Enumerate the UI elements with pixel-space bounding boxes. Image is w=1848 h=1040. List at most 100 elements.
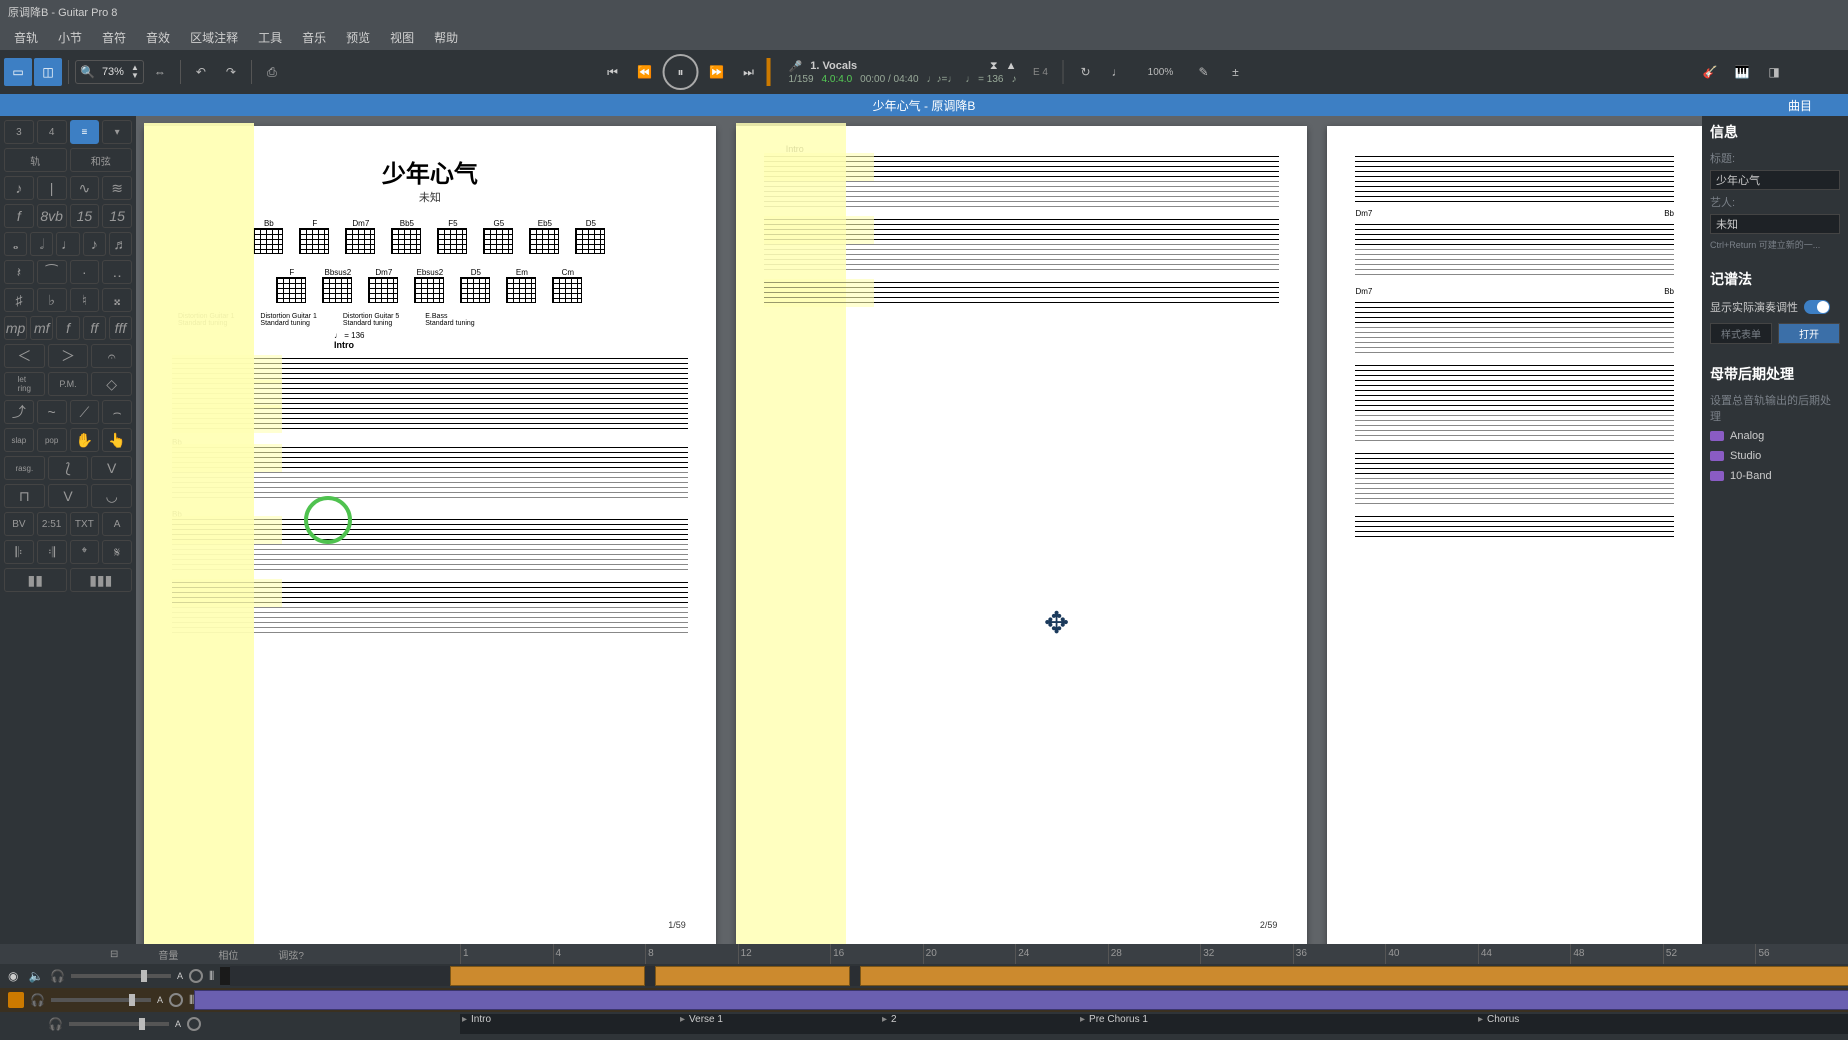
- barline-icon[interactable]: |: [37, 176, 67, 200]
- pal-chord-label[interactable]: 和弦: [70, 148, 133, 172]
- eighth-icon[interactable]: 8vb: [37, 204, 67, 228]
- bars2-icon[interactable]: ▮▮▮: [70, 568, 133, 592]
- dyn-fff-icon[interactable]: fff: [109, 316, 132, 340]
- rasg-icon[interactable]: rasg.: [4, 456, 45, 480]
- goto-end-button[interactable]: ⏭: [735, 58, 763, 86]
- edit-mode-button[interactable]: ✎: [1189, 58, 1217, 86]
- section-marker[interactable]: 2: [882, 1014, 897, 1025]
- note-value-button[interactable]: ♩: [1103, 58, 1131, 86]
- stroke-down-icon[interactable]: V: [48, 484, 89, 508]
- dyn-mp-icon[interactable]: mp: [4, 316, 27, 340]
- grace-note-icon[interactable]: ♪: [4, 176, 34, 200]
- bar-mark[interactable]: 1: [460, 944, 553, 964]
- redo-button[interactable]: ↷: [217, 58, 245, 86]
- bar-mark[interactable]: 4: [553, 944, 646, 964]
- staff-system-4[interactable]: [172, 582, 688, 637]
- segno-icon[interactable]: 𝄋: [102, 540, 132, 564]
- menu-bar[interactable]: 小节: [48, 25, 92, 50]
- menu-note[interactable]: 音符: [92, 25, 136, 50]
- dyn-ff-icon[interactable]: ff: [83, 316, 106, 340]
- pal-dropdown[interactable]: ▾: [102, 120, 132, 144]
- repeat-start-icon[interactable]: 𝄆: [4, 540, 34, 564]
- pan-knob[interactable]: [169, 993, 183, 1007]
- double-sharp-icon[interactable]: 𝄪: [102, 288, 132, 312]
- accent-icon[interactable]: ∿: [70, 176, 100, 200]
- bar-mark[interactable]: 48: [1570, 944, 1663, 964]
- bars1-icon[interactable]: ▮▮: [4, 568, 67, 592]
- mixer-ruler[interactable]: ⊟ 音量 相位 调弦? 148121620242832364044485256: [0, 944, 1848, 964]
- score-page-3[interactable]: Dm7Bb Dm7Bb: [1327, 126, 1702, 946]
- repeat-end-icon[interactable]: 𝄇: [37, 540, 67, 564]
- loop-tool-icon[interactable]: ⧗: [990, 60, 998, 73]
- headphone-icon[interactable]: 🎧: [48, 1017, 63, 1031]
- clip[interactable]: [645, 966, 655, 986]
- eighth-note-icon[interactable]: ♪: [83, 232, 106, 256]
- brush-icon[interactable]: V: [91, 456, 132, 480]
- fifteenth2-icon[interactable]: 15: [102, 204, 132, 228]
- harmonic-icon[interactable]: ◇: [91, 372, 132, 396]
- loop-button[interactable]: ↻: [1071, 58, 1099, 86]
- bar-mark[interactable]: 52: [1663, 944, 1756, 964]
- slide-icon[interactable]: ⟋: [70, 400, 100, 424]
- mute-button[interactable]: 🔈: [28, 969, 44, 983]
- dyn-mf-icon[interactable]: mf: [30, 316, 53, 340]
- dot-icon[interactable]: ·: [70, 260, 100, 284]
- auto-label[interactable]: A: [157, 995, 163, 1005]
- bar-mark[interactable]: 40: [1385, 944, 1478, 964]
- bar-mark[interactable]: 36: [1293, 944, 1386, 964]
- transpose-button[interactable]: ±: [1221, 58, 1249, 86]
- section-marker[interactable]: Intro: [462, 1014, 491, 1025]
- sharp-icon[interactable]: ♯: [4, 288, 34, 312]
- stroke-up-icon[interactable]: ⊓: [4, 484, 45, 508]
- notation-toggle[interactable]: [1804, 300, 1830, 314]
- visibility-toggle[interactable]: ◉: [8, 969, 22, 983]
- track-color-tag[interactable]: [8, 992, 24, 1008]
- metronome-icon[interactable]: ▲: [1006, 60, 1017, 72]
- rest-icon[interactable]: 𝄽: [4, 260, 34, 284]
- bend-icon[interactable]: ⤴: [4, 400, 34, 424]
- tie-icon[interactable]: ⁀: [37, 260, 67, 284]
- preset-analog[interactable]: Analog: [1702, 426, 1848, 446]
- cresc-icon[interactable]: ＜: [4, 344, 45, 368]
- whole-note-icon[interactable]: 𝅝: [4, 232, 27, 256]
- multipage-view-button[interactable]: ◫: [34, 58, 62, 86]
- menu-view[interactable]: 视图: [380, 25, 424, 50]
- document-tab-title[interactable]: 少年心气 - 原调降B: [873, 97, 976, 114]
- slap-icon[interactable]: slap: [4, 428, 34, 452]
- fifteenth-icon[interactable]: 15: [70, 204, 100, 228]
- section-marker[interactable]: Chorus: [1478, 1014, 1519, 1025]
- hammer-icon[interactable]: ⌢: [102, 400, 132, 424]
- artist-field[interactable]: [1710, 214, 1840, 234]
- eq-icon[interactable]: ⦀: [209, 969, 214, 984]
- undo-button[interactable]: ↶: [187, 58, 215, 86]
- clip[interactable]: [850, 966, 860, 986]
- page-view-button[interactable]: ▭: [4, 58, 32, 86]
- headphone-icon[interactable]: 🎧: [30, 993, 45, 1007]
- clip[interactable]: [655, 966, 850, 986]
- let-ring-icon[interactable]: letring: [4, 372, 45, 396]
- volume-slider[interactable]: [51, 998, 151, 1002]
- panel-toggle-button[interactable]: ◨: [1760, 58, 1788, 86]
- bar-mark[interactable]: 56: [1755, 944, 1848, 964]
- zoom-control[interactable]: 🔍 73% ▲▼: [75, 60, 144, 84]
- headphone-icon[interactable]: 🎧: [50, 969, 65, 983]
- quarter-note-icon[interactable]: ♩: [56, 232, 79, 256]
- menu-tools[interactable]: 工具: [248, 25, 292, 50]
- collapse-icon[interactable]: ⊟: [110, 949, 118, 960]
- forward-button[interactable]: ⏩: [703, 58, 731, 86]
- dyn-f-icon[interactable]: f: [56, 316, 79, 340]
- pal-txt[interactable]: TXT: [70, 512, 100, 536]
- pan-knob[interactable]: [189, 969, 203, 983]
- score-page-2[interactable]: Intro 2/59: [736, 126, 1308, 946]
- fermata-icon[interactable]: 𝄐: [91, 344, 132, 368]
- pal-track-label[interactable]: 轨: [4, 148, 67, 172]
- pal-num-4[interactable]: 4: [37, 120, 67, 144]
- track-clips-2[interactable]: [194, 990, 1848, 1010]
- pal-num-3[interactable]: 3: [4, 120, 34, 144]
- bar-mark[interactable]: 28: [1108, 944, 1201, 964]
- inspector-tab[interactable]: 曲目: [1776, 95, 1824, 116]
- bar-mark[interactable]: 44: [1478, 944, 1571, 964]
- natural-icon[interactable]: ♮: [70, 288, 100, 312]
- clip[interactable]: [194, 990, 1848, 1010]
- play-pause-button[interactable]: ⏸: [663, 54, 699, 90]
